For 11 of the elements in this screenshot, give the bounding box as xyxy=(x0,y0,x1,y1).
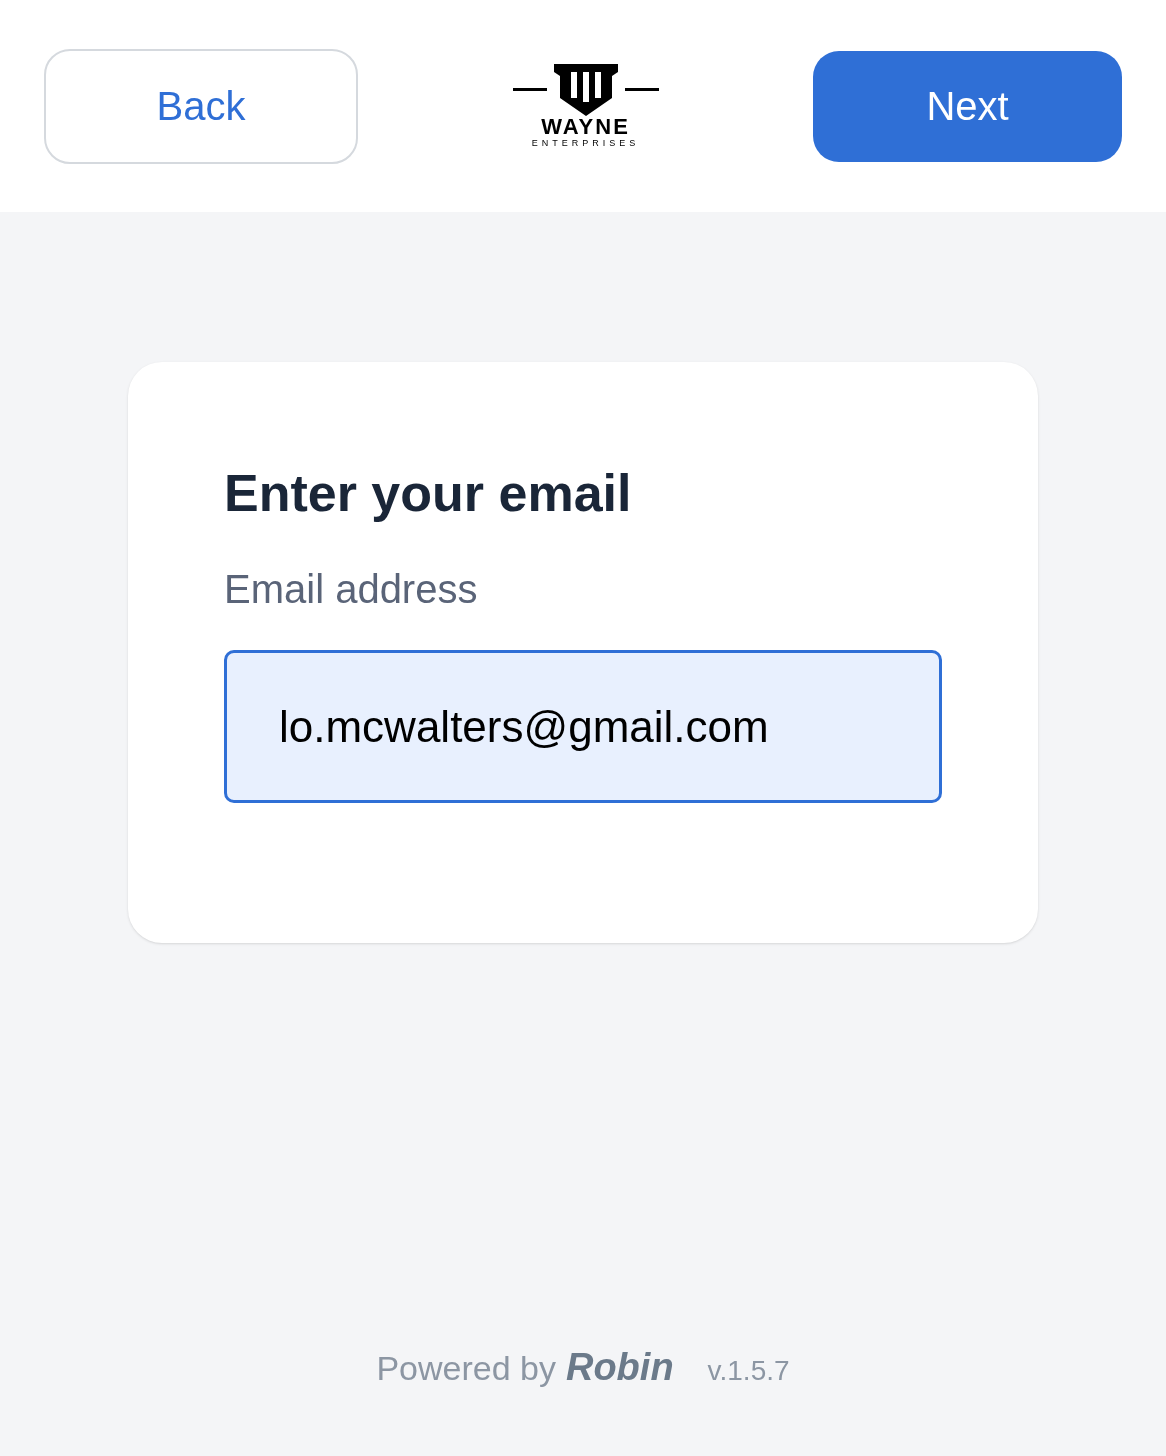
page-title: Enter your email xyxy=(224,463,633,524)
email-field[interactable]: lo.mcwalters@gmail.com xyxy=(224,650,942,803)
version-text: v.1.5.7 xyxy=(707,1354,790,1388)
next-button[interactable]: Next xyxy=(813,50,1122,162)
brand-wordmark: Robin xyxy=(565,1345,674,1390)
powered-by-text: Powered by xyxy=(376,1348,556,1389)
logo-tagline: ENTERPRISES xyxy=(531,138,640,148)
field-label: Email address xyxy=(224,566,479,613)
shield-logo-icon xyxy=(512,64,659,116)
logo-wordmark: WAYNE xyxy=(541,116,630,138)
back-button[interactable]: Back xyxy=(44,48,358,164)
